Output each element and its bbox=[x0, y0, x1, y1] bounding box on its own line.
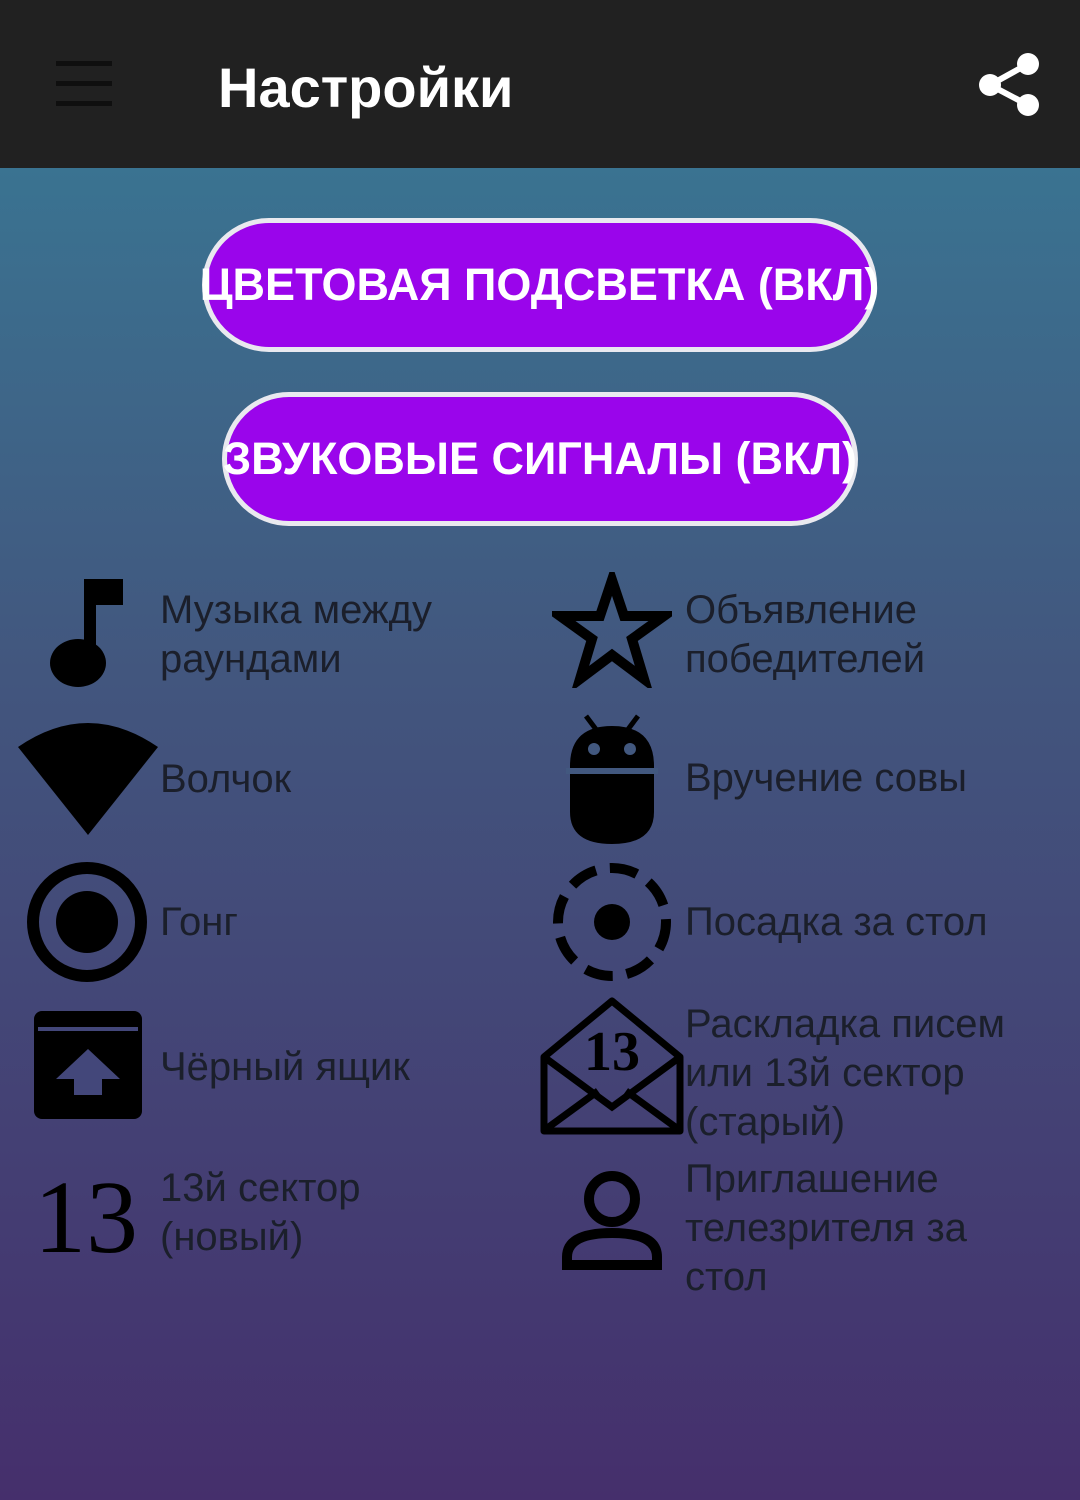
option-seating[interactable]: Посадка за стол bbox=[540, 858, 1060, 988]
option-label: 13й сектор (новый) bbox=[160, 1166, 361, 1259]
page-title: Настройки bbox=[218, 56, 514, 119]
android-icon bbox=[564, 712, 660, 851]
app-bar: Настройки bbox=[0, 0, 1080, 168]
person-outline-icon bbox=[560, 1169, 664, 1278]
option-black-box[interactable]: Чёрный ящик bbox=[0, 1005, 520, 1130]
archive-up-icon bbox=[32, 1009, 144, 1126]
dashed-target-icon bbox=[550, 860, 674, 989]
option-label: Гонг bbox=[160, 900, 238, 944]
option-label: Вручение совы bbox=[685, 756, 968, 800]
option-invite-viewer[interactable]: Приглашение телезрителя за стол bbox=[540, 1155, 1060, 1305]
star-outline-icon bbox=[544, 564, 680, 693]
option-label: Чёрный ящик bbox=[160, 1045, 410, 1089]
wifi-signal-icon bbox=[16, 719, 160, 842]
option-letters-layout[interactable]: 13 Раскладка писем или 13й сектор (стары… bbox=[540, 995, 1060, 1145]
option-gong[interactable]: Гонг bbox=[0, 858, 520, 988]
option-music-between-rounds[interactable]: Музыка между раундами bbox=[0, 570, 520, 700]
option-label: Раскладка писем или 13й сектор (старый) bbox=[685, 1002, 1005, 1144]
envelope-13-icon: 13 bbox=[540, 995, 685, 1142]
option-winners-announcement[interactable]: Объявление победителей bbox=[540, 564, 1060, 700]
hamburger-menu-icon[interactable] bbox=[50, 55, 118, 115]
option-label: Объявление победителей bbox=[685, 588, 926, 681]
sound-signals-toggle-button[interactable]: ЗВУКОВЫЕ СИГНАЛЫ (ВКЛ) bbox=[222, 392, 858, 526]
music-note-icon bbox=[40, 576, 130, 697]
option-label: Музыка между раундами bbox=[160, 588, 432, 681]
option-spinning-top[interactable]: Волчок bbox=[0, 715, 520, 845]
option-label: Приглашение телезрителя за стол bbox=[685, 1157, 967, 1299]
envelope-13-number: 13 bbox=[584, 1021, 640, 1083]
radio-button-icon bbox=[25, 860, 149, 989]
share-icon[interactable] bbox=[972, 48, 1044, 120]
option-13th-sector-new[interactable]: 13 13й сектор (новый) bbox=[0, 1160, 520, 1280]
color-lighting-toggle-button[interactable]: ЦВЕТОВАЯ ПОДСВЕТКА (ВКЛ) bbox=[200, 218, 879, 352]
option-owl-award[interactable]: Вручение совы bbox=[540, 712, 1060, 850]
option-label: Волчок bbox=[160, 757, 292, 801]
number-13-icon: 13 bbox=[34, 1160, 138, 1275]
option-label: Посадка за стол bbox=[685, 900, 988, 944]
